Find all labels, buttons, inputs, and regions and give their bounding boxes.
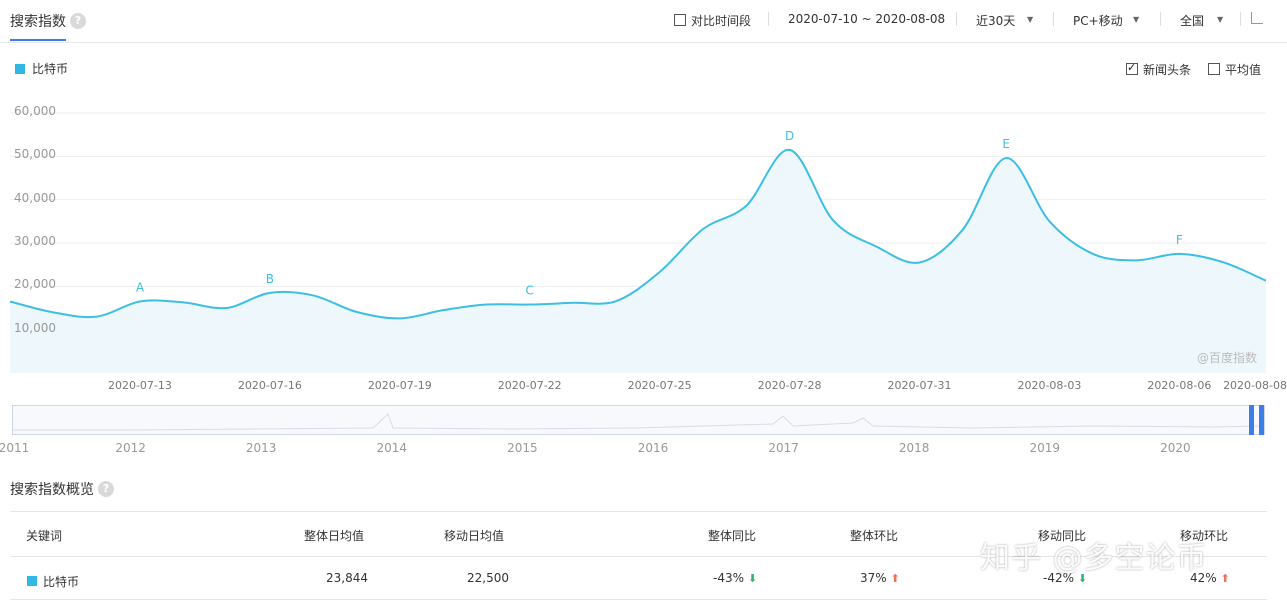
timeline-year-label: 2012 [115,441,146,455]
event-marker-a[interactable]: A [136,281,145,295]
timeline-year-label: 2016 [637,441,669,455]
timeline-year-label: 2020 [1160,441,1191,455]
cell-overall-yoy: -43% ⬇ [713,571,757,585]
y-tick-label: 30,000 [14,234,56,248]
y-tick-label: 40,000 [14,190,56,205]
col-keyword: 关键词 [26,529,63,543]
x-tick-label: 2020-08-03 [1017,379,1082,392]
arrow-up-icon: ⬆ [1220,572,1230,585]
x-tick-label: 2020-07-22 [497,379,562,392]
y-tick-label: 20,000 [14,277,56,292]
overview-title: 搜索指数概览 [10,482,94,498]
table-top-border [10,511,1267,512]
x-tick-label: 2020-07-13 [107,379,172,392]
event-marker-b[interactable]: B [266,272,274,286]
timeline-year-label: 2019 [1029,441,1061,455]
event-marker-e[interactable]: E [1002,137,1010,151]
x-tick-label: 2020-07-19 [367,379,432,392]
y-tick-label: 10,000 [14,320,56,335]
table-bottom-border [10,599,1267,600]
search-index-chart[interactable]: A B C D E F [0,0,1287,400]
keyword-swatch [27,576,37,586]
timeline-year-label: 2013 [245,441,277,455]
event-marker-f[interactable]: F [1176,233,1183,247]
brush-handle-right[interactable] [1259,405,1264,435]
cell-overall-yoy-value: -43% [713,571,745,585]
x-tick-label: 2020-07-25 [627,379,692,392]
timeline-year-label: 2018 [898,441,930,455]
timeline-year-label: 2017 [768,441,799,455]
x-tick-label: 2020-08-08 [1223,379,1287,392]
y-tick-label: 60,000 [14,104,56,118]
arrow-up-icon: ⬆ [890,572,900,585]
col-overall-mom: 整体环比 [850,529,899,543]
zhihu-watermark: 知乎 @多空论币 [980,541,1208,576]
x-tick-label: 2020-07-28 [757,379,822,392]
cell-mobile-avg: 22,500 [467,571,509,585]
baidu-index-watermark: @百度指数 [1197,351,1258,365]
timeline-year-label: 2011 [0,441,30,455]
x-tick-label: 2020-07-31 [887,379,952,392]
col-overall-avg: 整体日均值 [304,529,365,543]
cell-overall-avg: 23,844 [326,571,368,585]
arrow-down-icon: ⬇ [747,572,758,585]
brush-handle-left[interactable] [1249,405,1254,435]
col-overall-yoy: 整体同比 [708,529,757,543]
help-icon[interactable]: ? [98,481,114,497]
series-area [10,149,1266,373]
timeline-year-label: 2014 [376,441,408,455]
event-marker-c[interactable]: C [526,284,534,298]
timeline-mini-chart [13,413,1264,431]
x-tick-label: 2020-07-16 [237,379,302,392]
timeline-year-label: 2015 [507,441,538,455]
event-marker-d[interactable]: D [785,129,794,143]
col-mobile-avg: 移动日均值 [444,529,505,543]
cell-keyword: 比特币 [43,575,80,589]
cell-overall-mom: 37% ⬆ [860,571,900,585]
cell-overall-mom-value: 37% [860,571,887,585]
y-tick-label: 50,000 [14,147,56,162]
